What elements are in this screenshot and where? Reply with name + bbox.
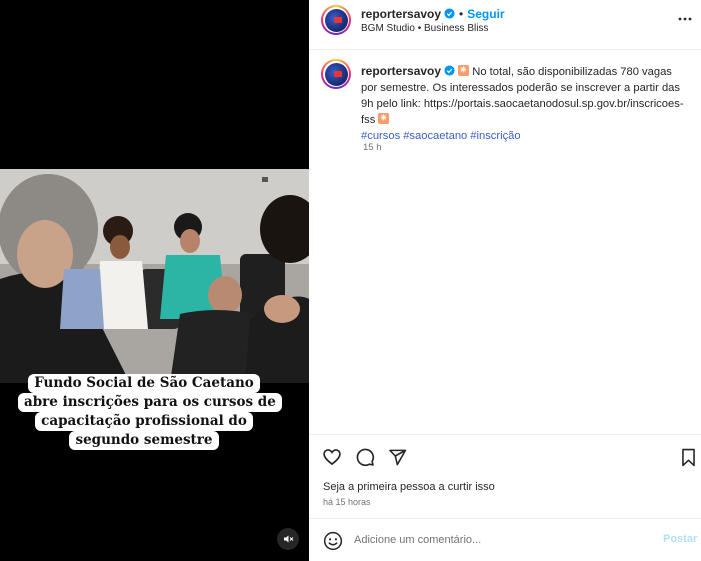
post-photo (0, 169, 309, 383)
verified-badge-icon (444, 8, 455, 19)
comment-icon[interactable] (354, 446, 376, 468)
separator-dot: • (459, 7, 464, 21)
caption-username[interactable]: reportersavoy (361, 64, 441, 78)
author-username[interactable]: reportersavoy (361, 7, 441, 21)
overlay-line: segundo semestre (69, 431, 219, 450)
audio-muted-icon[interactable] (277, 528, 299, 550)
media-text-overlay: Fundo Social de São Caetano abre inscriç… (18, 374, 282, 450)
caption-text: reportersavoy No total, são disponibiliz… (361, 63, 691, 144)
post-media[interactable]: Fundo Social de São Caetano abre inscriç… (0, 0, 309, 561)
hashtag-link[interactable]: #inscrição (470, 130, 520, 142)
sparkle-emoji-icon (458, 63, 470, 79)
likes-summary: Seja a primeira pessoa a curtir isso (323, 481, 495, 493)
emoji-icon[interactable] (323, 531, 343, 551)
action-bar: Seja a primeira pessoa a curtir isso há … (309, 434, 701, 518)
hashtag-link[interactable]: #saocaetano (403, 130, 467, 142)
avatar[interactable] (321, 5, 351, 35)
post-timestamp[interactable]: há 15 horas (323, 497, 371, 507)
more-options-icon[interactable] (678, 14, 692, 24)
post-details-panel: reportersavoy • Seguir BGM Studio • Busine… (309, 0, 701, 561)
avatar[interactable] (321, 59, 351, 89)
caption-timestamp[interactable]: 15 h (363, 142, 382, 153)
sparkle-emoji-icon (378, 111, 390, 127)
verified-badge-icon (444, 65, 455, 76)
share-icon[interactable] (386, 446, 408, 468)
overlay-line: abre inscrições para os cursos de (18, 393, 282, 412)
add-comment-row: Postar (309, 518, 701, 561)
post-header: reportersavoy • Seguir BGM Studio • Busine… (309, 0, 701, 50)
audio-track[interactable]: BGM Studio • Business Bliss (361, 23, 488, 34)
overlay-line: Fundo Social de São Caetano (28, 374, 260, 393)
follow-button[interactable]: Seguir (467, 7, 504, 21)
overlay-line: capacitação profissional do (35, 412, 253, 431)
hashtag-link[interactable]: #cursos (361, 130, 400, 142)
heart-icon[interactable] (321, 446, 343, 468)
comment-input[interactable] (354, 531, 644, 549)
bookmark-icon[interactable] (677, 446, 699, 468)
post-comment-button[interactable]: Postar (663, 533, 697, 545)
